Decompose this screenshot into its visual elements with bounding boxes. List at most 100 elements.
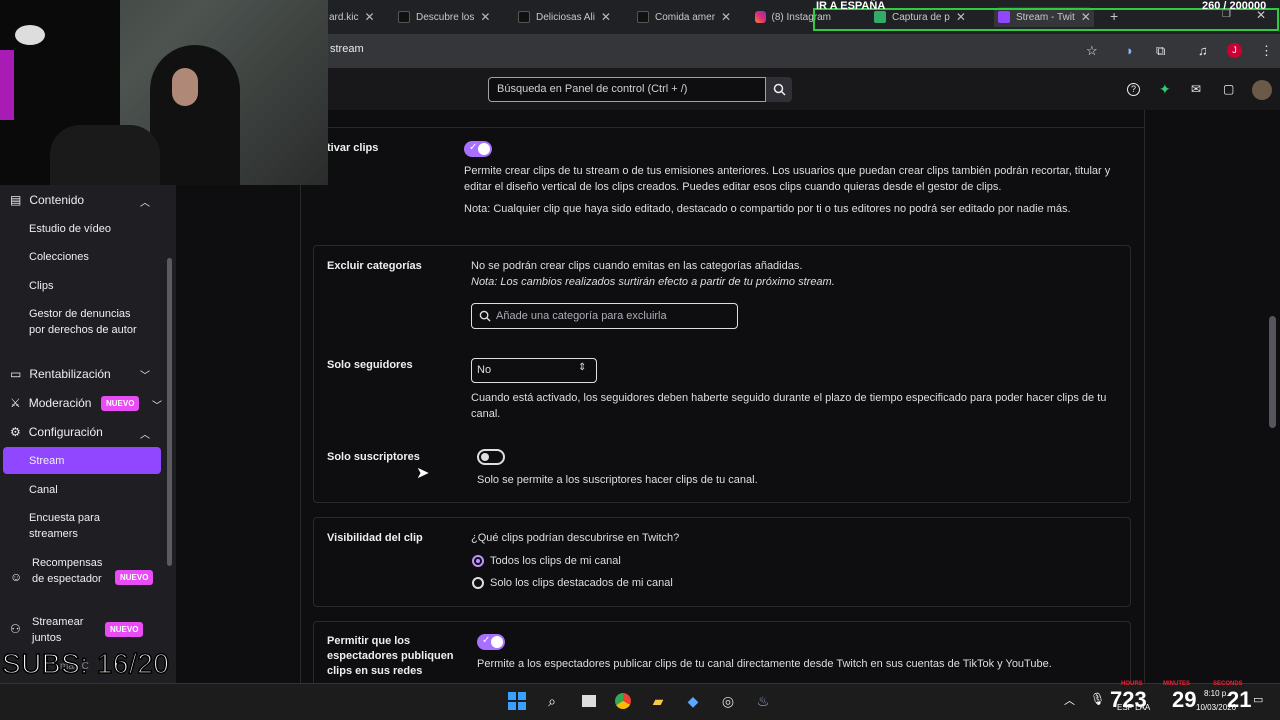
chevron-up-icon[interactable]: ︿ [140,194,150,209]
menu-icon[interactable]: ⋮ [1260,43,1273,59]
subs-counter-overlay: SUBS: 16/20 [1,647,170,680]
sidebar-scrollbar[interactable] [167,258,172,566]
goal-title: IR A ESPAÑA [816,0,886,12]
chevron-down-icon[interactable]: ﹀ [140,367,150,382]
check-icon: ✓ [482,635,491,646]
share-toggle[interactable]: ✓ [477,634,505,650]
sidebar-item-canal[interactable]: Canal [29,482,58,498]
sidebar-item-video-studio[interactable]: Estudio de vídeo [29,221,111,237]
exclude-categories-description: No se podrán crear clips cuando emitas e… [471,260,803,272]
followers-only-label: Solo seguidores [327,359,413,371]
section-label: Configuración [28,425,103,439]
visibility-featured-radio[interactable] [472,577,484,589]
category-search-placeholder: Añade una categoría para excluirla [496,310,667,322]
sidebar-item-stream[interactable]: Stream [29,453,64,469]
sidebar-item-poll[interactable]: Encuesta para streamers [29,510,119,542]
enable-clips-toggle[interactable]: ✓ [464,141,492,157]
notification-icon[interactable]: ▭ [1253,693,1263,706]
visibility-all-label[interactable]: Todos los clips de mi canal [490,553,621,569]
search-icon[interactable]: ⌕ [542,691,562,711]
sidebar-item-stream-active[interactable] [3,447,161,474]
star-icon[interactable]: ☆ [1086,43,1098,59]
inbox-icon[interactable]: ✉ [1191,82,1201,96]
sidebar-section-stream-together[interactable]: ⚇ [10,622,21,636]
film-icon: ▤ [10,193,22,207]
chevron-up-icon[interactable]: ︿ [1064,692,1075,708]
browser-tab[interactable]: Comida amer ✕ [637,7,737,27]
chrome-icon[interactable] [613,691,633,711]
exclude-categories-note: Nota: Los cambios realizados surtirán ef… [471,276,835,288]
enable-clips-label: tivar clips [327,142,379,154]
windows-taskbar [0,683,1280,720]
money-icon: ▭ [10,367,22,381]
windows-start-icon[interactable] [507,691,527,711]
sidebar-section-contenido[interactable]: ▤ Contenido [10,193,84,207]
tiktok-icon [637,11,649,23]
sparkle-icon[interactable]: ✦ [1159,81,1171,98]
dashboard-search-input[interactable]: Búsqueda en Panel de control (Ctrl + /) [488,77,766,102]
folder-icon[interactable]: ▰ [648,691,668,711]
people-icon: ⚇ [10,622,21,636]
new-badge: NUEVO [101,396,140,411]
mic-icon[interactable]: 🎙 [1090,692,1105,706]
visibility-all-radio[interactable] [472,555,484,567]
sidebar-item-clips[interactable]: Clips [29,278,53,294]
hours-label: HOURS [1121,681,1143,687]
visibility-question: ¿Qué clips podrían descubrirse en Twitch… [471,532,680,544]
new-badge: NUEVO [105,622,144,637]
chat-icon[interactable]: ▢ [1223,82,1234,96]
chevron-up-icon[interactable]: ︿ [140,426,150,441]
new-badge: NUEVO [115,570,154,585]
system-date: 10/03/2026 [1196,703,1237,712]
user-avatar[interactable] [1252,80,1272,100]
enable-clips-note: Nota: Cualquier clip que haya sido edita… [464,203,1071,215]
visibility-label: Visibilidad del clip [327,532,423,544]
section-label: Rentabilización [29,367,111,381]
browser-tab[interactable]: ard.kic ✕ [329,7,379,27]
sidebar-section-moderacion[interactable]: ⚔ Moderación [10,396,91,410]
visibility-featured-label[interactable]: Solo los clips destacados de mi canal [490,575,673,591]
clip-visibility-panel [313,517,1131,607]
subs-only-toggle[interactable] [477,449,505,465]
gear-icon: ⚙ [10,425,21,439]
close-icon[interactable]: ✕ [480,10,490,24]
sidebar-section-configuracion[interactable]: ⚙ Configuración [10,425,103,439]
url-field[interactable]: stream [330,43,364,55]
followers-only-value: No [477,364,492,376]
sword-icon: ⚔ [10,396,21,410]
chevron-down-icon[interactable]: ﹀ [152,397,162,412]
main-scrollbar[interactable] [1269,316,1276,428]
section-label[interactable]: Recompensas de espectador [32,555,112,587]
system-time: 8:10 p. [1204,689,1229,698]
sidebar-item-copyright[interactable]: Gestor de denuncias por derechos de auto… [29,306,149,338]
profile-avatar[interactable]: J [1227,43,1242,58]
sidebar-section-rentabilizacion[interactable]: ▭ Rentabilización [10,367,111,381]
minutes-label: MINUTES [1163,681,1190,687]
browser-tab[interactable]: Deliciosas Ali ✕ [518,7,618,27]
search-button[interactable] [766,77,792,102]
divider [300,127,1145,128]
browser-tab[interactable]: Descubre los ✕ [398,7,498,27]
sidebar-item-collections[interactable]: Colecciones [29,249,89,265]
section-label[interactable]: Streamear juntos [32,614,102,646]
instagram-icon [755,11,766,23]
obs-icon[interactable]: ◎ [718,691,738,711]
steam-icon[interactable]: ♨ [753,691,773,711]
media-icon[interactable]: ♫ [1198,43,1208,58]
share-label: Permitir que los espectadores publiquen … [327,635,454,677]
goal-counter: 260 / 200000 [1202,0,1267,12]
sidebar-section-rewards[interactable]: ☺ [10,570,22,584]
close-icon[interactable]: ✕ [364,10,374,24]
seconds-label: SECONDS [1213,681,1243,687]
task-view-icon[interactable] [579,691,599,711]
app-icon[interactable]: ◆ [683,691,703,711]
extension-icon[interactable]: ◗ [1126,43,1134,58]
search-icon [479,310,491,322]
language-indicator: ESP LAA [1117,703,1151,712]
help-icon[interactable]: ? [1127,83,1140,96]
close-icon[interactable]: ✕ [721,10,731,24]
exclude-categories-label: Excluir categorías [327,260,422,272]
tiktok-icon [518,11,530,23]
close-icon[interactable]: ✕ [601,10,611,24]
puzzle-icon[interactable]: ⧉ [1156,43,1165,59]
